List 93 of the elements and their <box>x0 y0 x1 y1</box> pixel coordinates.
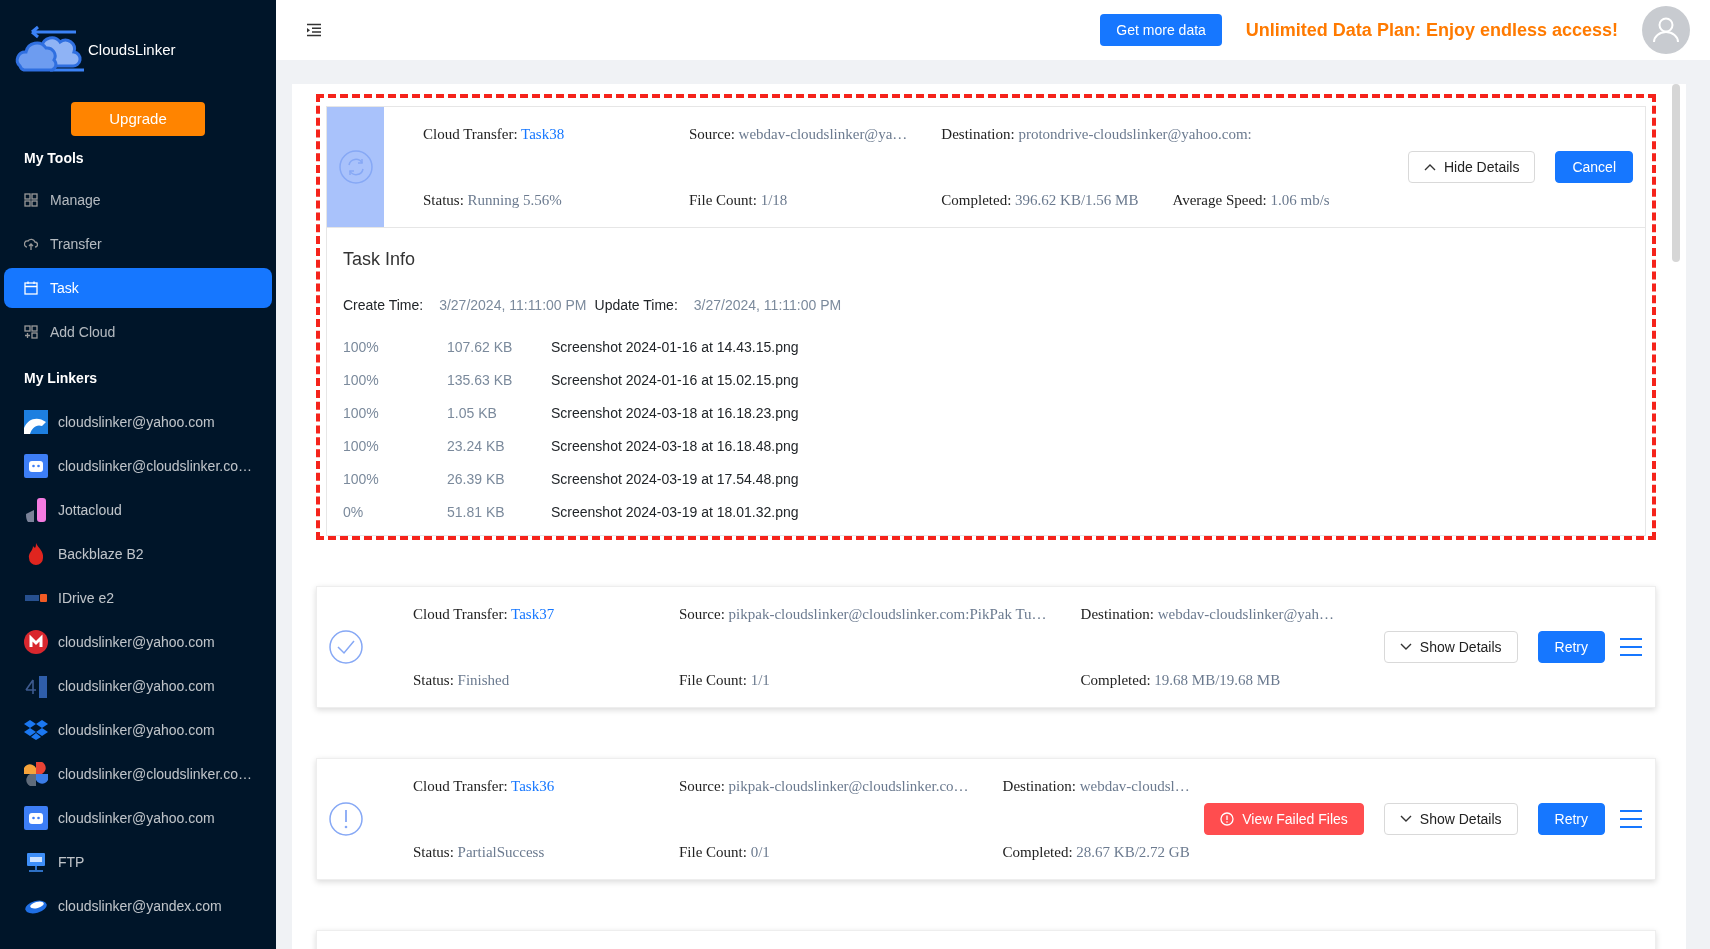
linker-item[interactable]: cloudslinker@cloudslinker.co… <box>0 444 276 488</box>
cloud-upload-icon <box>24 237 38 251</box>
progress-text: 100% <box>343 338 380 357</box>
linker-item[interactable]: cloudslinker@yandex.com <box>0 884 276 928</box>
file-name: Screenshot 2024-03-19 at 18.01.32.png <box>551 503 799 522</box>
robot-icon <box>24 454 48 478</box>
field-label: Update Time: <box>594 295 678 315</box>
section-title: My Linkers <box>23 368 99 388</box>
bars-icon <box>24 498 48 522</box>
promo-text: Unlimited Data Plan: Enjoy endless access! <box>1245 18 1618 42</box>
linker-item[interactable]: FTP <box>0 840 276 884</box>
field-text: Source: webdav-cloudslinker@ya… <box>689 124 908 144</box>
menu-fold-icon[interactable] <box>306 23 322 37</box>
linker-item[interactable]: IDrive e2 <box>0 576 276 620</box>
size-text: 1.05 KB <box>447 404 498 423</box>
sync-icon <box>339 150 373 184</box>
linker-item[interactable]: cloudslinker@yahoo.com <box>0 664 276 708</box>
app-name: CloudsLinker <box>88 39 176 60</box>
field-text: Status: Running 5.56% <box>423 191 563 210</box>
field-value: 3/27/2024, 11:11:00 PM <box>439 295 587 315</box>
sidebar-item[interactable]: Manage <box>4 180 272 220</box>
task-link[interactable]: Task37 <box>511 605 555 622</box>
field-text: File Count: 0/1 <box>679 843 771 862</box>
sidebar-item[interactable]: Task <box>4 268 272 308</box>
menu-icon[interactable] <box>1619 809 1643 829</box>
bars-icon <box>24 674 48 698</box>
field-text: Destination: webdav-cloudsl… <box>1002 776 1190 796</box>
file-name: Screenshot 2024-03-18 at 16.18.48.png <box>551 437 799 456</box>
linker-item[interactable]: cloudslinker@yahoo.com <box>0 708 276 752</box>
file-name: Screenshot 2024-03-18 at 16.18.23.png <box>551 404 799 423</box>
scrollbar[interactable] <box>1672 84 1680 262</box>
diamond-boxes-icon <box>24 718 48 742</box>
field-label: Create Time: <box>343 295 424 315</box>
progress-text: 100% <box>343 371 380 390</box>
field-text: Status: PartialSuccess <box>413 843 546 862</box>
progress-text: 100% <box>343 437 380 456</box>
field-text: Cloud Transfer: Task38 <box>423 124 566 144</box>
calendar-icon <box>24 281 38 295</box>
file-name: Screenshot 2024-01-16 at 14.43.15.png <box>551 338 799 357</box>
grid-icon <box>24 193 38 207</box>
linker-item[interactable]: Backblaze B2 <box>0 532 276 576</box>
linker-item[interactable]: cloudslinker@yahoo.com <box>0 400 276 444</box>
field-value: 3/27/2024, 11:11:00 PM <box>693 295 842 315</box>
check-circle-icon <box>329 630 363 664</box>
field-text: Cloud Transfer: Task37 <box>413 604 556 624</box>
section-title: Task Info <box>343 248 417 271</box>
file-name: Screenshot 2024-01-16 at 15.02.15.png <box>551 371 799 390</box>
field-text: Source: pikpak-cloudslinker@cloudslinker.com:PikPak Tu… <box>679 604 1047 624</box>
progress-text: 0% <box>343 503 365 522</box>
grid-plus-icon <box>24 325 38 339</box>
monitor-icon <box>24 850 48 874</box>
retry-button[interactable]: Retry <box>1537 803 1605 835</box>
cancel-button[interactable]: Cancel <box>1555 151 1633 183</box>
retry-button[interactable]: Retry <box>1537 631 1605 663</box>
field-text: Status: Finished <box>413 671 511 690</box>
field-text: Source: pikpak-cloudslinker@cloudslinker.co… <box>679 776 969 796</box>
field-text: Completed: 396.62 KB/1.56 MB <box>941 191 1139 210</box>
menu-icon[interactable] <box>1619 637 1643 657</box>
section-title: My Tools <box>23 148 85 168</box>
field-text: File Count: 1/18 <box>689 191 789 210</box>
circle-logo-icon <box>24 630 48 654</box>
linker-item[interactable]: Jottacloud <box>0 488 276 532</box>
field-text: Completed: 28.67 KB/2.72 GB <box>1002 843 1190 862</box>
progress-text: 100% <box>343 404 380 423</box>
linker-item[interactable]: cloudslinker@yahoo.com <box>0 796 276 840</box>
details-button[interactable]: Show Details <box>1383 803 1518 835</box>
progress-text: 100% <box>343 470 380 489</box>
field-text: Destination: protondrive-cloudslinker@yahoo.com: <box>941 124 1253 144</box>
details-button[interactable]: Show Details <box>1383 631 1518 663</box>
size-text: 51.81 KB <box>447 503 506 522</box>
details-button[interactable]: Hide Details <box>1407 151 1536 183</box>
size-text: 107.62 KB <box>447 338 514 357</box>
task-link[interactable]: Task38 <box>521 125 565 142</box>
exclamation-circle-icon <box>329 802 363 836</box>
size-text: 26.39 KB <box>447 470 506 489</box>
robot-icon <box>24 806 48 830</box>
field-text: Cloud Transfer: Task36 <box>413 776 556 796</box>
sidebar-item[interactable]: Transfer <box>4 224 272 264</box>
get-data-button[interactable]: Get more data <box>1100 14 1222 46</box>
sidebar-item[interactable]: Add Cloud <box>4 312 272 352</box>
pinwheel-icon <box>24 762 48 786</box>
field-text: File Count: 1/1 <box>679 671 771 690</box>
polar-bear-icon <box>24 410 48 434</box>
file-name: Screenshot 2024-03-19 at 17.54.48.png <box>551 470 799 489</box>
linker-item[interactable]: cloudslinker@cloudslinker.co… <box>0 752 276 796</box>
size-text: 135.63 KB <box>447 371 514 390</box>
size-text: 23.24 KB <box>447 437 506 456</box>
alert-icon <box>1220 812 1235 826</box>
field-text: Completed: 19.68 MB/19.68 MB <box>1080 671 1282 690</box>
field-text: Destination: webdav-cloudslinker@yah… <box>1080 604 1334 624</box>
task-link[interactable]: Task36 <box>511 777 555 794</box>
field-text: Average Speed: 1.06 mb/s <box>1172 191 1330 210</box>
linker-item[interactable]: cloudslinker@yahoo.com <box>0 620 276 664</box>
